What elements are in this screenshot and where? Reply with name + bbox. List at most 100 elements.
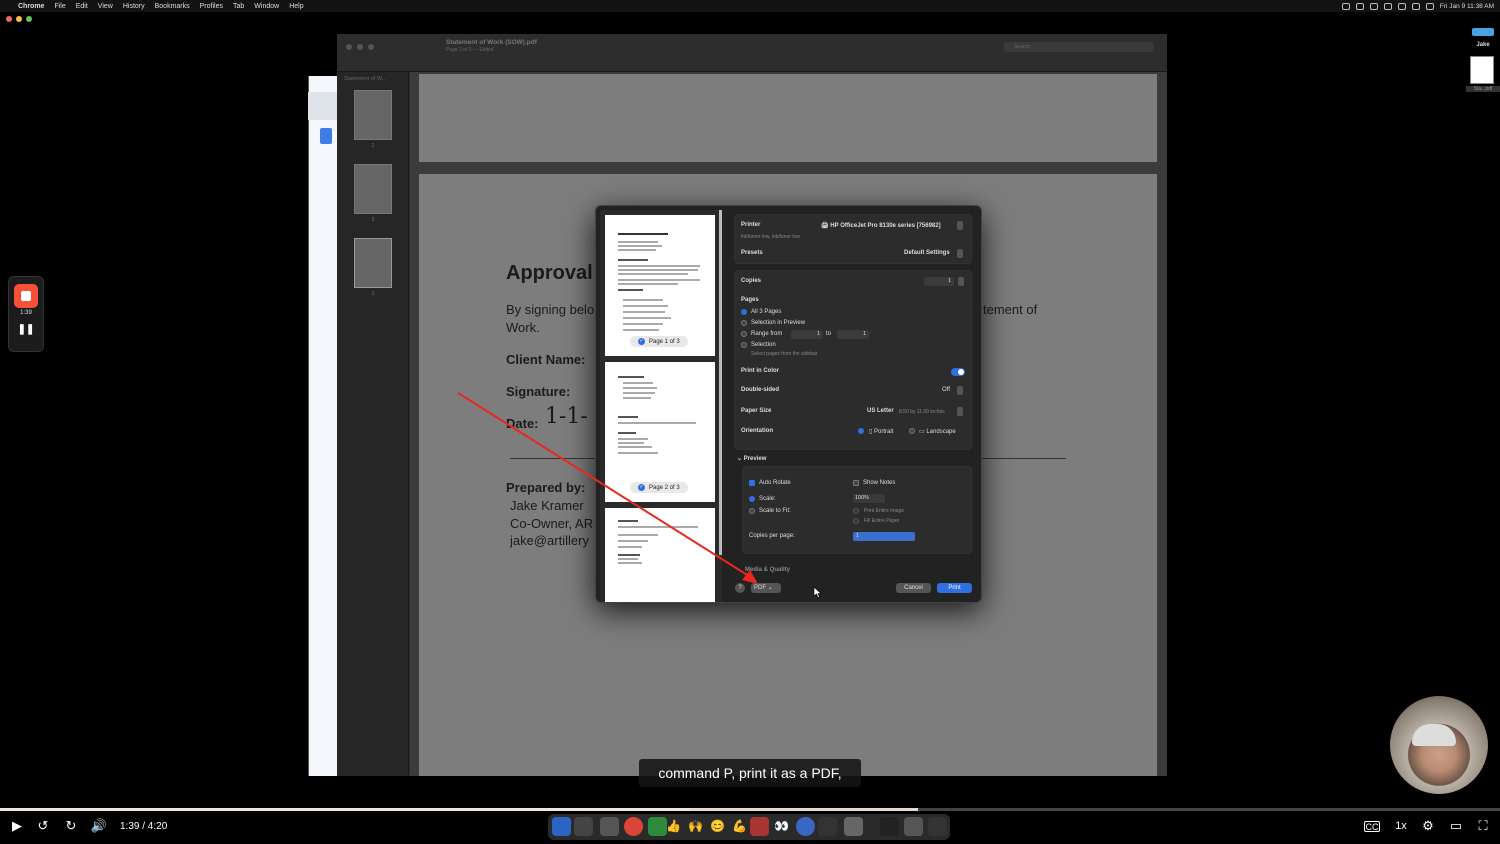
muscle-icon[interactable]: 💪 (730, 817, 749, 836)
fullscreen-icon[interactable]: ⛶ (1474, 818, 1492, 834)
menu-window[interactable]: Window (254, 3, 279, 10)
search-input[interactable]: Search (1004, 42, 1154, 52)
menu-help[interactable]: Help (289, 3, 303, 10)
all-pages-radio[interactable] (741, 309, 747, 315)
recent-app-icon[interactable] (880, 817, 899, 836)
selection-preview-radio[interactable] (741, 320, 747, 326)
notes-icon[interactable] (818, 817, 837, 836)
playback-speed-button[interactable]: 1x (1392, 820, 1410, 832)
tray-icon[interactable] (1383, 2, 1392, 10)
media-quality-header[interactable]: Media & Quality (745, 567, 790, 573)
auto-rotate-checkbox[interactable] (749, 480, 755, 486)
range-radio[interactable] (741, 331, 747, 337)
double-sided-select[interactable]: Off (942, 387, 950, 393)
text-line (623, 387, 657, 389)
menu-file[interactable]: File (54, 3, 65, 10)
folder-icon[interactable] (1472, 28, 1494, 36)
scale-radio[interactable] (749, 496, 755, 502)
printer-dropdown-icon[interactable] (957, 221, 963, 230)
double-sided-dropdown-icon[interactable] (957, 386, 963, 395)
range-from-input[interactable]: 1 (791, 330, 823, 339)
play-icon[interactable]: ▶ (8, 818, 26, 834)
cancel-button[interactable]: Cancel (896, 583, 931, 593)
page-select-pill[interactable]: ✓ Page 2 of 3 (630, 482, 688, 493)
copies-stepper[interactable] (958, 277, 964, 286)
zoom-window-button[interactable] (368, 44, 374, 50)
pip-icon[interactable]: ▭ (1447, 818, 1465, 834)
pause-recording-button[interactable]: ❚❚ (8, 324, 44, 335)
copies-per-page-select[interactable]: 1 (853, 532, 915, 541)
page-thumbnail[interactable] (354, 164, 392, 214)
text-line (618, 546, 642, 548)
browser-icon[interactable] (796, 817, 815, 836)
minimize-window-button[interactable] (357, 44, 363, 50)
minimize-window-button[interactable] (16, 16, 22, 22)
close-window-button[interactable] (6, 16, 12, 22)
pdf-file-icon[interactable] (1470, 56, 1494, 84)
selection-radio[interactable] (741, 342, 747, 348)
copies-input[interactable]: 1 (924, 277, 954, 286)
docs-icon[interactable] (320, 128, 332, 144)
hands-icon[interactable]: 🙌 (686, 817, 705, 836)
tray-icon[interactable] (1369, 2, 1378, 10)
volume-icon[interactable]: 🔊 (90, 818, 108, 834)
menu-clock[interactable]: Fri Jan 9 11:38 AM (1440, 3, 1494, 10)
menu-bookmarks[interactable]: Bookmarks (155, 3, 190, 10)
paper-size-select[interactable]: US Letter (867, 408, 894, 414)
scale-to-fit-radio[interactable] (749, 508, 755, 514)
zoom-window-button[interactable] (26, 16, 32, 22)
fill-entire-paper-radio[interactable] (853, 518, 859, 524)
record-app-icon[interactable] (750, 817, 769, 836)
captions-button[interactable]: CC (1364, 821, 1380, 832)
finder-icon[interactable] (552, 817, 571, 836)
menu-view[interactable]: View (98, 3, 113, 10)
tray-icon[interactable] (1355, 2, 1364, 10)
print-preview-page[interactable] (605, 215, 715, 356)
close-window-button[interactable] (346, 44, 352, 50)
chrome-icon[interactable] (624, 817, 643, 836)
page-select-pill[interactable]: ✓ Page 1 of 3 (630, 336, 688, 347)
menu-tab[interactable]: Tab (233, 3, 244, 10)
rewind-icon[interactable]: ↺ (34, 818, 52, 834)
print-entire-image-radio[interactable] (853, 508, 859, 514)
stop-recording-button[interactable] (14, 284, 38, 308)
wifi-icon[interactable] (1411, 2, 1420, 10)
print-preview-page[interactable] (605, 508, 715, 602)
help-button[interactable]: ? (735, 583, 745, 593)
print-preview-page[interactable] (605, 362, 715, 502)
battery-icon[interactable] (1425, 2, 1434, 10)
print-in-color-toggle[interactable] (951, 368, 965, 376)
portrait-radio[interactable] (858, 428, 864, 434)
printer-select[interactable]: 🖨 HP OfficeJet Pro 8130e series [756982] (821, 222, 941, 229)
page-thumbnail[interactable] (354, 90, 392, 140)
preview-app-icon[interactable] (844, 817, 863, 836)
landscape-radio[interactable] (909, 428, 915, 434)
show-notes-checkbox[interactable] (853, 480, 859, 486)
slack-icon[interactable] (600, 817, 619, 836)
menu-history[interactable]: History (123, 3, 145, 10)
launchpad-icon[interactable] (574, 817, 593, 836)
trash-icon[interactable] (928, 817, 947, 836)
thumbs-up-icon[interactable]: 👍 (664, 817, 683, 836)
eyes-icon[interactable]: 👀 (772, 817, 791, 836)
preview-section-header[interactable]: ⌄ Preview (737, 455, 766, 462)
pdf-menu-button[interactable]: PDF ⌄ (751, 583, 781, 593)
print-button[interactable]: Print (937, 583, 972, 593)
paper-size-dropdown-icon[interactable] (957, 407, 963, 416)
preview-scrollbar[interactable] (719, 210, 722, 555)
settings-icon[interactable]: ⚙ (1419, 818, 1437, 834)
scale-input[interactable]: 100% (853, 494, 885, 503)
menu-edit[interactable]: Edit (76, 3, 88, 10)
presets-select[interactable]: Default Settings (904, 250, 950, 256)
smile-icon[interactable]: 😊 (708, 817, 727, 836)
menu-chrome[interactable]: Chrome (18, 3, 44, 10)
presets-dropdown-icon[interactable] (957, 249, 963, 258)
range-to-input[interactable]: 1 (837, 330, 869, 339)
recent-file-icon[interactable] (904, 817, 923, 836)
document-title[interactable]: Statement of Work (SOW).pdf (446, 39, 537, 46)
menu-profiles[interactable]: Profiles (200, 3, 223, 10)
page-thumbnail-selected[interactable] (354, 238, 392, 288)
tray-icon[interactable] (1341, 2, 1350, 10)
forward-icon[interactable]: ↻ (62, 818, 80, 834)
tray-icon[interactable] (1397, 2, 1406, 10)
